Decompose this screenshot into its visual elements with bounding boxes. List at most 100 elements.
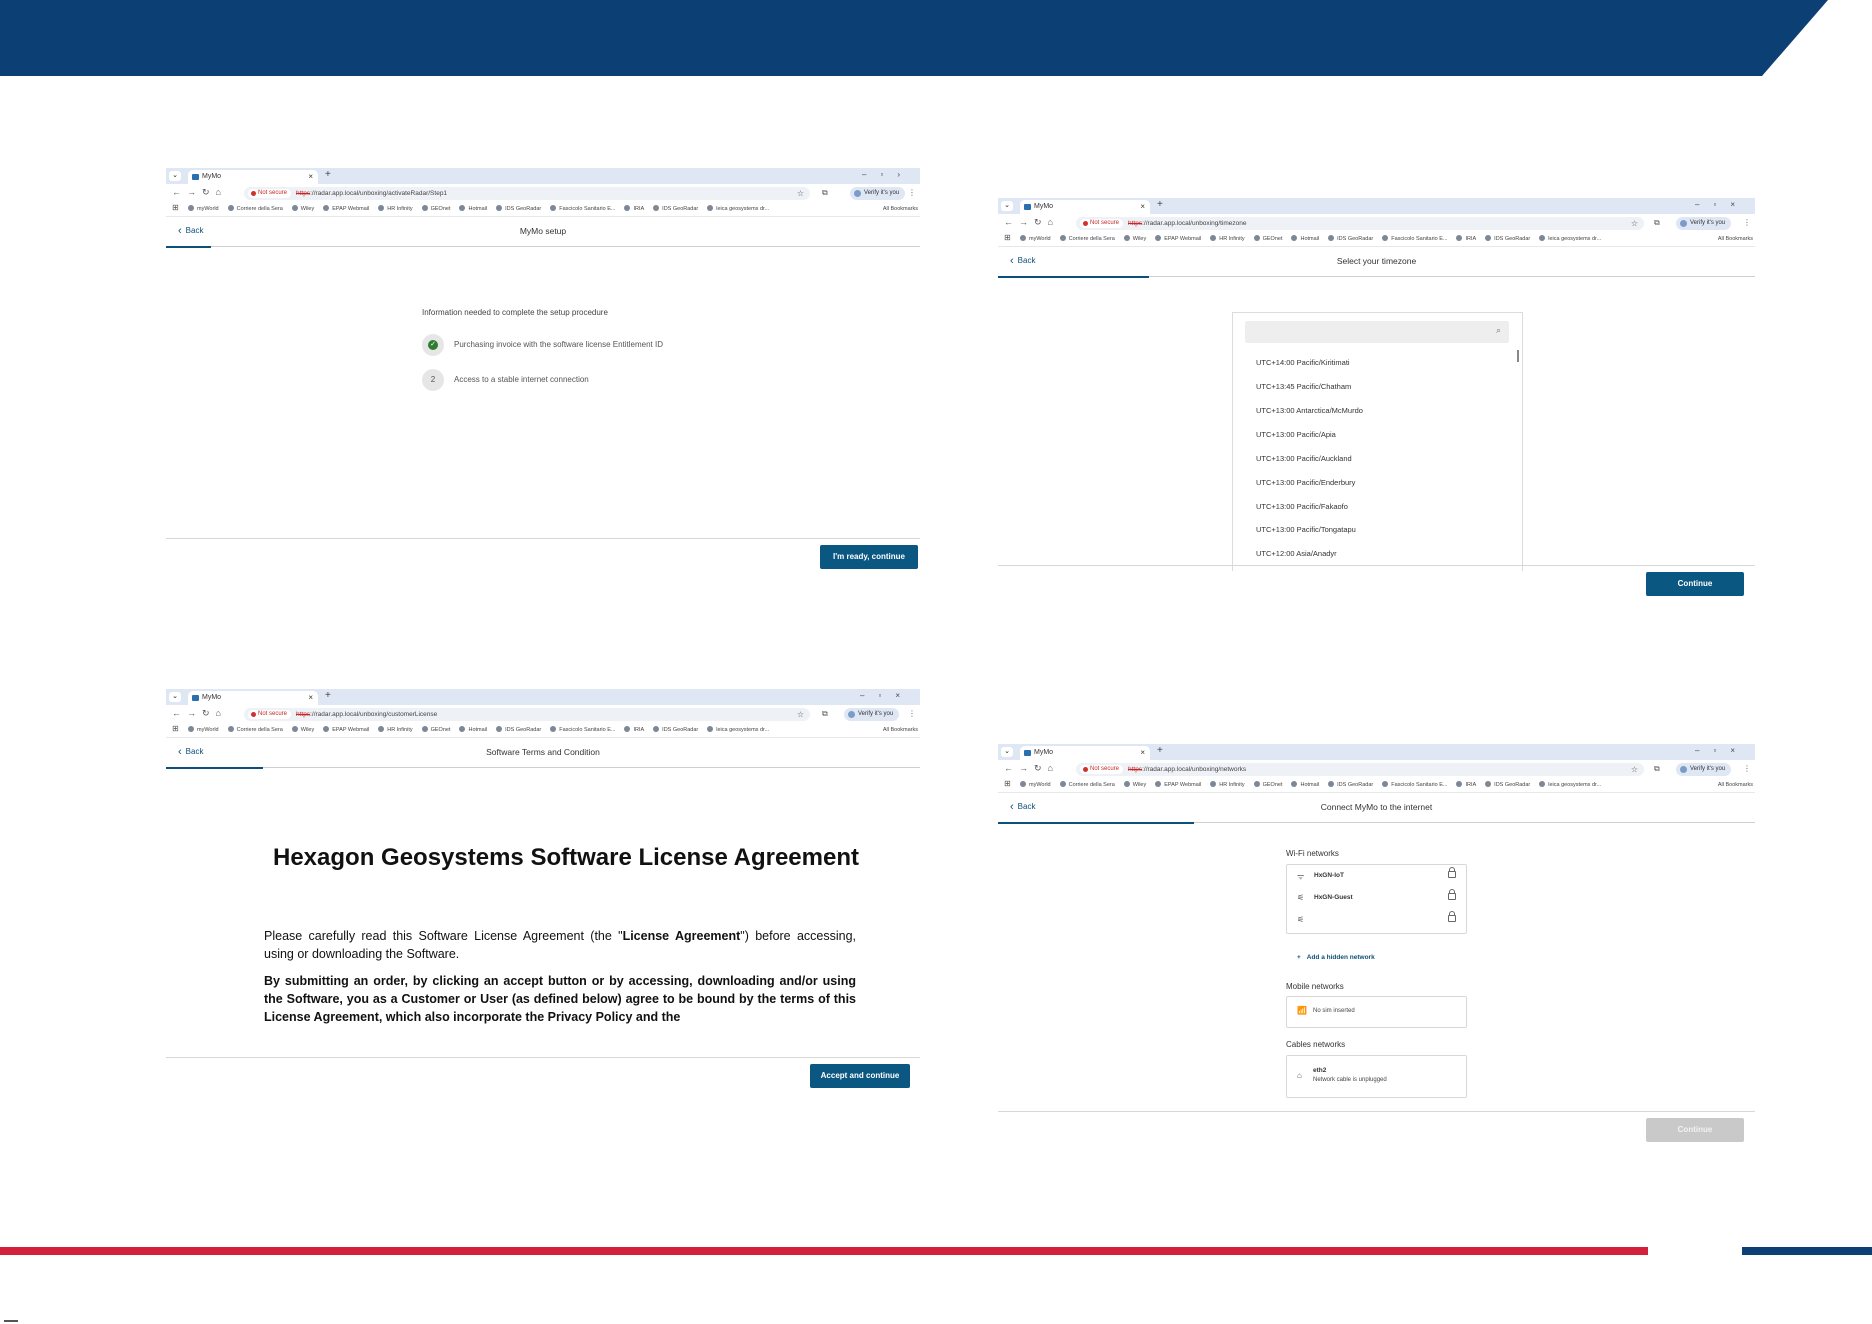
browser-menu-icon[interactable]: ⋮ (1743, 764, 1751, 773)
bookmark-item[interactable]: Fascicolo Sanitario E... (550, 723, 615, 737)
bookmark-item[interactable]: Fascicolo Sanitario E... (1382, 232, 1447, 246)
apps-grid-icon[interactable]: ⊞ (172, 724, 179, 733)
bookmark-item[interactable]: Wiley (292, 202, 314, 216)
bookmark-item[interactable]: IDS GeoRadar (1328, 232, 1373, 246)
bookmark-item[interactable]: Corriere della Sera (228, 723, 283, 737)
window-controls[interactable]: –▫× (1695, 200, 1749, 209)
bookmark-item[interactable]: IDS GeoRadar (496, 202, 541, 216)
bookmark-item[interactable]: Fascicolo Sanitario E... (1382, 778, 1447, 792)
tab-search-icon[interactable]: ⌄ (1001, 201, 1013, 211)
extensions-icon[interactable]: ⧉ (1654, 764, 1660, 774)
tab-search-icon[interactable]: ⌄ (1001, 747, 1013, 757)
bookmark-item[interactable]: IDS GeoRadar (653, 202, 698, 216)
bookmark-item[interactable]: EPAP Webmail (323, 202, 369, 216)
window-controls[interactable]: –▫› (862, 170, 914, 179)
new-tab-icon[interactable]: + (1157, 199, 1163, 210)
verify-profile-button[interactable]: Verify it's you (1676, 217, 1732, 230)
bookmark-star-icon[interactable]: ☆ (1631, 763, 1638, 776)
timezone-search-input[interactable]: ⌕ (1245, 321, 1509, 343)
bookmark-star-icon[interactable]: ☆ (797, 187, 804, 200)
new-tab-icon[interactable]: + (325, 690, 331, 701)
nav-buttons-icon[interactable]: ←→↻⌂ (172, 187, 227, 198)
bookmark-item[interactable]: GEOnet (1254, 232, 1283, 246)
wifi-network-item[interactable]: ⚟ HxGN-Guest (1287, 888, 1466, 910)
timezone-option[interactable]: UTC+14:00 Pacific/Kiritimati (1256, 358, 1350, 367)
bookmark-item[interactable]: leica geosystems dr... (707, 723, 769, 737)
bookmark-item[interactable]: leica geosystems dr... (1539, 232, 1601, 246)
timezone-option[interactable]: UTC+13:00 Pacific/Apia (1256, 430, 1336, 439)
bookmark-item[interactable]: IDS GeoRadar (1485, 778, 1530, 792)
verify-profile-button[interactable]: Verify it's you (850, 187, 906, 200)
bookmark-item[interactable]: HR Infinity (1210, 778, 1244, 792)
bookmark-star-icon[interactable]: ☆ (1631, 217, 1638, 230)
continue-button[interactable]: Continue (1646, 572, 1744, 596)
bookmark-item[interactable]: Wiley (292, 723, 314, 737)
bookmark-item[interactable]: HR Infinity (378, 202, 412, 216)
bookmark-item[interactable]: Hotmail (1291, 778, 1319, 792)
bookmark-item[interactable]: myWorld (188, 202, 219, 216)
tab-search-icon[interactable]: ⌄ (169, 692, 181, 702)
bookmark-item[interactable]: IRIA (1456, 778, 1476, 792)
bookmark-item[interactable]: IRIA (1456, 232, 1476, 246)
scrollbar[interactable] (1517, 350, 1519, 362)
extensions-icon[interactable]: ⧉ (822, 188, 828, 198)
nav-buttons-icon[interactable]: ←→↻⌂ (1004, 763, 1059, 774)
address-bar[interactable]: Not secure https://radar.app.local/unbox… (244, 187, 810, 200)
address-bar[interactable]: Not secure https://radar.app.local/unbox… (1076, 217, 1644, 230)
bookmark-item[interactable]: EPAP Webmail (323, 723, 369, 737)
license-document[interactable]: Hexagon Geosystems Software License Agre… (166, 779, 918, 1057)
bookmark-item[interactable]: IRIA (624, 723, 644, 737)
bookmark-item[interactable]: Corriere della Sera (1060, 232, 1115, 246)
apps-grid-icon[interactable]: ⊞ (1004, 233, 1011, 242)
bookmark-item[interactable]: EPAP Webmail (1155, 778, 1201, 792)
tab-close-icon[interactable]: × (308, 691, 313, 705)
wifi-network-item[interactable]: ⚟ (1287, 910, 1466, 932)
extensions-icon[interactable]: ⧉ (822, 709, 828, 719)
bookmark-item[interactable]: HR Infinity (1210, 232, 1244, 246)
bookmark-item[interactable]: Wiley (1124, 232, 1146, 246)
all-bookmarks[interactable]: All Bookmarks (1718, 232, 1753, 246)
bookmark-item[interactable]: Hotmail (459, 202, 487, 216)
all-bookmarks[interactable]: All Bookmarks (1718, 778, 1753, 792)
bookmark-item[interactable]: IRIA (624, 202, 644, 216)
all-bookmarks[interactable]: All Bookmarks (883, 723, 918, 737)
wifi-network-item[interactable]: ᯤ HxGN-IoT (1287, 866, 1466, 888)
bookmark-item[interactable]: Wiley (1124, 778, 1146, 792)
timezone-option[interactable]: UTC+13:00 Pacific/Fakaofo (1256, 502, 1348, 511)
window-controls[interactable]: –▫× (860, 691, 914, 700)
bookmark-item[interactable]: HR Infinity (378, 723, 412, 737)
bookmark-item[interactable]: IDS GeoRadar (653, 723, 698, 737)
not-secure-badge[interactable]: Not secure (1080, 219, 1124, 228)
browser-menu-icon[interactable]: ⋮ (1743, 218, 1751, 227)
timezone-option[interactable]: UTC+13:00 Antarctica/McMurdo (1256, 406, 1363, 415)
timezone-option[interactable]: UTC+13:45 Pacific/Chatham (1256, 382, 1351, 391)
not-secure-badge[interactable]: Not secure (248, 710, 292, 719)
bookmark-item[interactable]: myWorld (1020, 778, 1051, 792)
add-hidden-network-link[interactable]: + Add a hidden network (1297, 954, 1375, 961)
bookmark-item[interactable]: Fascicolo Sanitario E... (550, 202, 615, 216)
window-controls[interactable]: –▫× (1695, 746, 1749, 755)
bookmark-item[interactable]: GEOnet (1254, 778, 1283, 792)
tab-close-icon[interactable]: × (1140, 746, 1145, 760)
bookmark-item[interactable]: Corriere della Sera (228, 202, 283, 216)
apps-grid-icon[interactable]: ⊞ (1004, 779, 1011, 788)
all-bookmarks[interactable]: All Bookmarks (883, 202, 918, 216)
browser-tab[interactable]: MyMo × (188, 170, 318, 184)
verify-profile-button[interactable]: Verify it's you (1676, 763, 1732, 776)
new-tab-icon[interactable]: + (325, 169, 331, 180)
bookmark-item[interactable]: Hotmail (1291, 232, 1319, 246)
bookmark-item[interactable]: IDS GeoRadar (496, 723, 541, 737)
bookmark-item[interactable]: leica geosystems dr... (707, 202, 769, 216)
bookmark-star-icon[interactable]: ☆ (797, 708, 804, 721)
browser-menu-icon[interactable]: ⋮ (908, 709, 916, 718)
timezone-option[interactable]: UTC+12:00 Asia/Anadyr (1256, 549, 1337, 558)
bookmark-item[interactable]: myWorld (188, 723, 219, 737)
nav-buttons-icon[interactable]: ←→↻⌂ (172, 708, 227, 719)
tab-search-icon[interactable]: ⌄ (169, 171, 181, 181)
im-ready-continue-button[interactable]: I'm ready, continue (820, 545, 918, 569)
browser-tab[interactable]: MyMo × (188, 691, 318, 705)
nav-buttons-icon[interactable]: ←→↻⌂ (1004, 217, 1059, 228)
verify-profile-button[interactable]: Verify it's you (844, 708, 900, 721)
bookmark-item[interactable]: IDS GeoRadar (1485, 232, 1530, 246)
apps-grid-icon[interactable]: ⊞ (172, 203, 179, 212)
